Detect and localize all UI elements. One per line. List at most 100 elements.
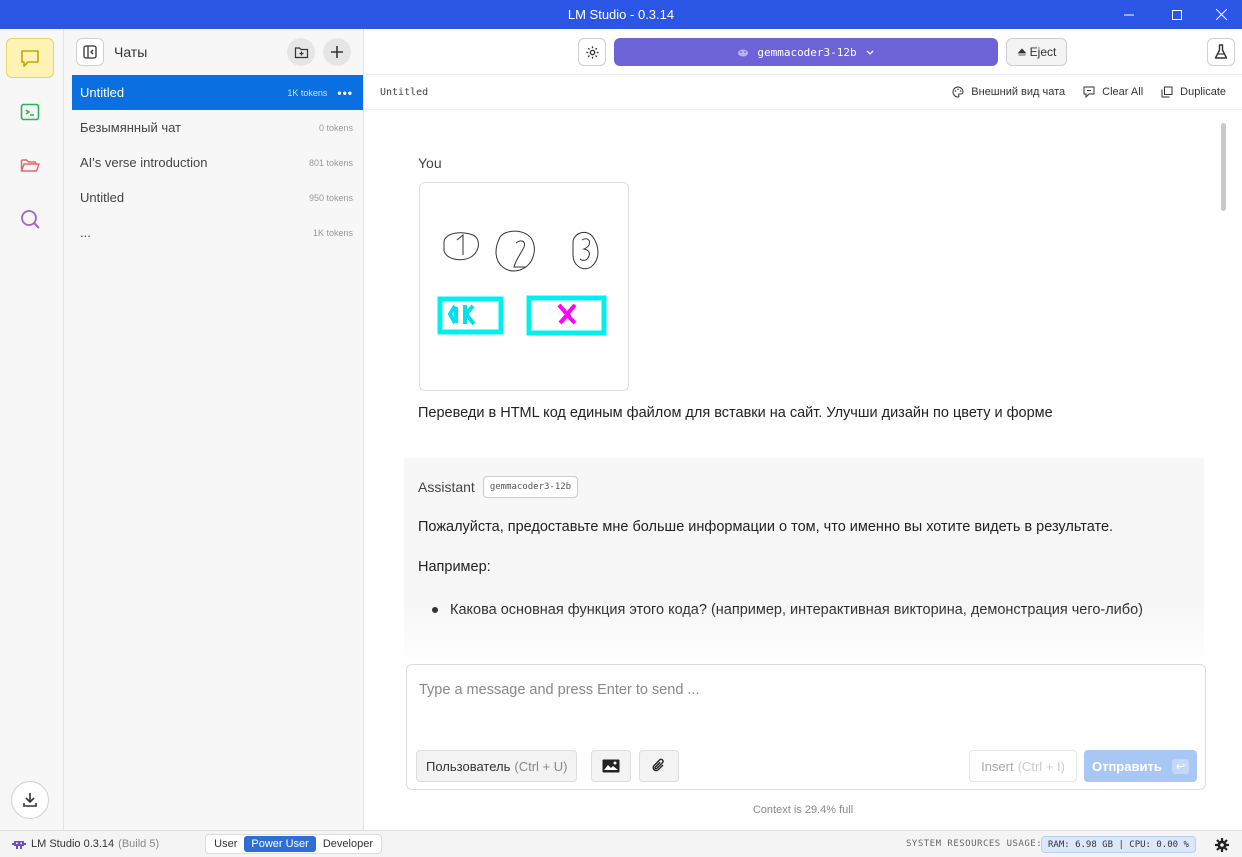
duplicate-button[interactable]: Duplicate [1161,86,1226,98]
user-label: You [418,155,442,171]
enter-key-icon: ↩ [1171,758,1190,774]
mode-switcher: User Power User Developer [205,834,382,854]
app-settings-button[interactable] [1214,837,1230,856]
nav-rail [0,29,64,830]
assistant-header: Assistant gemmacoder3-12b [418,476,579,498]
chat-item-untitled-1[interactable]: Untitled 1K tokens ••• [72,75,363,110]
collapse-sidebar-button[interactable] [76,38,104,66]
nav-developer-button[interactable] [6,92,54,132]
assistant-list-item: Какова основная функция этого кода? (нап… [432,598,1190,622]
assistant-model-chip: gemmacoder3-12b [482,476,579,498]
maximize-button[interactable] [1154,0,1200,29]
nav-chat-button[interactable] [6,38,54,78]
insert-label: Insert [981,758,1014,774]
new-folder-button[interactable] [287,38,315,66]
mode-power-user[interactable]: Power User [244,836,316,852]
chat-options-icon[interactable]: ••• [337,86,353,100]
model-selector[interactable]: gemmacoder3-12b [614,38,998,66]
message-input[interactable]: Type a message and press Enter to send .… [419,682,700,698]
chat-icon [21,50,39,67]
status-bar: LM Studio 0.3.14 (Build 5) User Power Us… [0,830,1242,857]
chat-list-title: Чаты [114,44,148,60]
palette-icon [952,86,964,98]
terminal-icon [20,103,40,121]
new-chat-button[interactable] [323,38,351,66]
assistant-message: Assistant gemmacoder3-12b Пожалуйста, пр… [404,458,1204,661]
chat-item-name: Безымянный чат [80,120,182,135]
chat-item-name: Untitled [80,85,125,100]
downloads-button[interactable] [11,781,49,819]
close-button[interactable] [1198,0,1242,29]
maximize-icon [1172,9,1182,20]
chat-item-tokens: 1K tokens [287,87,328,98]
gear-icon [1215,838,1229,852]
chat-item-name: AI's verse introduction [80,155,208,170]
top-bar: gemmacoder3-12b Eject [364,29,1242,75]
assistant-label: Assistant [418,479,475,495]
app-logo-icon [12,841,26,849]
chat-item-tokens: 950 tokens [308,192,353,203]
window-title: LM Studio - 0.3.14 [567,7,675,22]
eject-button[interactable]: Eject [1006,38,1067,66]
attach-image-button[interactable] [591,750,631,782]
chat-item-untitled-2[interactable]: Untitled 950 tokens [64,180,363,215]
chat-item-name: Untitled [80,190,125,205]
experiments-button[interactable] [1207,38,1235,66]
chat-item-name: ... [80,225,91,240]
user-message-header: You [418,155,442,171]
message-list[interactable]: You Переведи в HTML код единым файлом дл… [364,111,1242,661]
chat-item-tokens: 801 tokens [308,157,353,168]
chat-item-untitled-ru[interactable]: Безымянный чат 0 tokens [64,110,363,145]
app-version: LM Studio 0.3.14 [31,838,115,850]
chat-list-panel: Чаты Untitled 1K tokens ••• Безымянный ч… [64,29,364,830]
chat-list-header: Чаты [64,29,363,75]
insert-button[interactable]: Insert (Ctrl + I) [969,750,1077,782]
download-icon [23,793,37,807]
image-icon [602,759,620,773]
context-usage: Context is 29.4% full [752,804,854,816]
chat-item-verse[interactable]: AI's verse introduction 801 tokens [64,145,363,180]
clear-all-button[interactable]: Clear All [1083,86,1143,98]
role-label: Пользователь [426,758,511,774]
assistant-paragraph: Пожалуйста, предоставьте мне больше инфо… [418,519,1114,535]
title-bar: LM Studio - 0.3.14 [0,0,1242,29]
attached-image[interactable] [419,182,629,391]
chat-item-tokens: 0 tokens [318,122,353,133]
chat-appearance-button[interactable]: Внешний вид чата [952,86,1065,98]
duplicate-label: Duplicate [1180,86,1226,98]
attach-file-button[interactable] [639,750,679,782]
send-button[interactable]: Отправить ↩ [1084,750,1197,782]
plus-icon [331,46,343,58]
clear-all-label: Clear All [1102,86,1144,98]
chat-item-ellipsis[interactable]: ... 1K tokens [64,215,363,250]
current-chat-name: Untitled [380,86,429,98]
eject-icon [1017,48,1027,56]
sketch-image [437,230,607,336]
settings-button[interactable] [578,38,606,66]
send-label: Отправить [1091,758,1162,774]
minimize-button[interactable] [1106,0,1152,29]
model-name: gemmacoder3-12b [757,45,857,59]
user-message-text: Переведи в HTML код единым файлом для вс… [418,405,1053,421]
eject-label: Eject [1029,45,1057,59]
scrollbar-thumb[interactable] [1221,123,1226,211]
mode-user[interactable]: User [207,836,244,852]
close-icon [1215,9,1227,20]
insert-shortcut: (Ctrl + I) [1017,758,1065,774]
chevron-down-icon [866,50,874,55]
nav-models-button[interactable] [6,145,54,185]
chat-appearance-label: Внешний вид чата [971,86,1066,98]
message-composer[interactable]: Type a message and press Enter to send .… [406,664,1206,790]
sidebar-collapse-icon [83,45,97,59]
model-icon [738,49,749,57]
folder-icon [20,159,40,172]
folder-plus-icon [294,46,308,58]
duplicate-icon [1161,86,1173,98]
mode-developer[interactable]: Developer [316,836,380,852]
app-build: (Build 5) [118,838,160,850]
role-selector-button[interactable]: Пользователь (Ctrl + U) [416,750,578,782]
clear-chat-icon [1083,86,1095,98]
resources-label: SYSTEM RESOURCES USAGE: [906,839,1043,849]
nav-search-button[interactable] [6,199,54,239]
resources-usage[interactable]: RAM: 6.98 GB | CPU: 0.00 % [1041,836,1196,853]
